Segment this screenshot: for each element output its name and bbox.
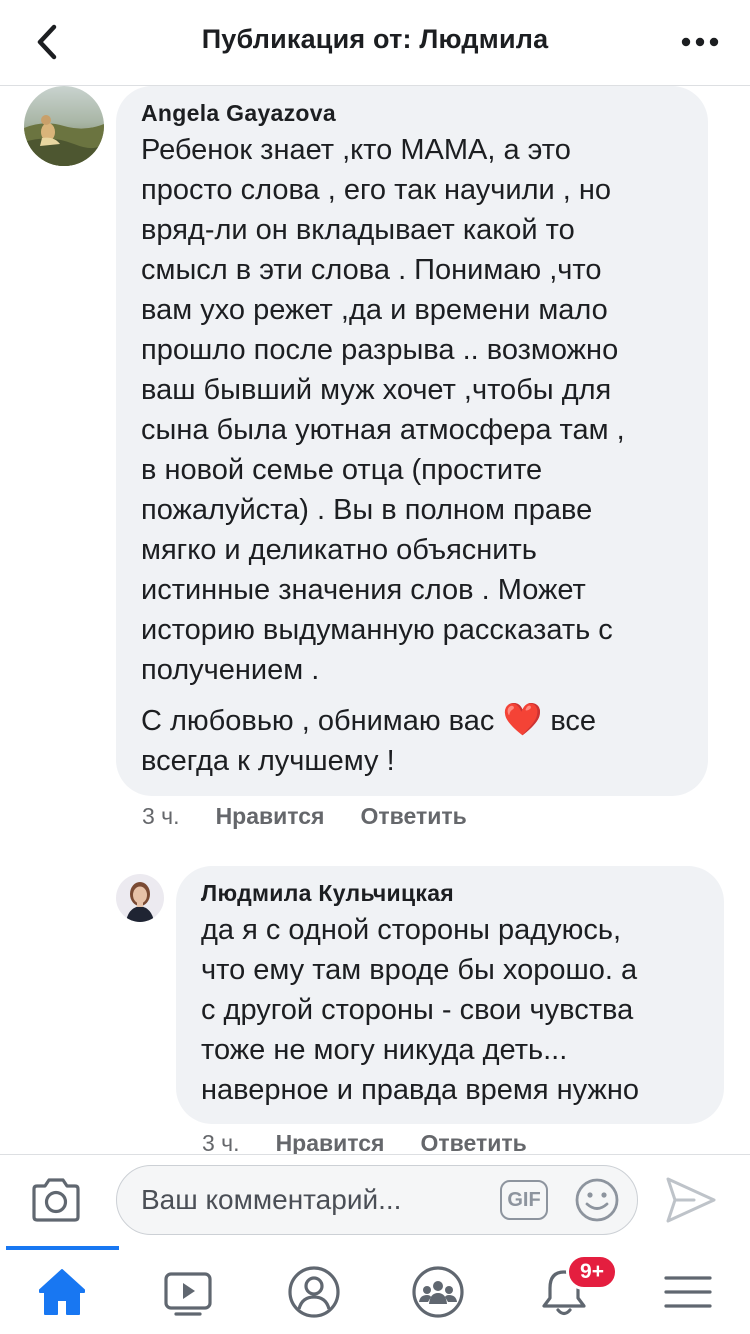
comment-actions: 3 ч. Нравится Ответить [202,1130,563,1154]
comment-line: вам ухо режет ,да и времени мало [141,294,608,326]
reply-button[interactable]: Ответить [360,803,466,830]
comment-line: пожалуйста) . Вы в полном праве [141,494,593,526]
comment-author[interactable]: Людмила Кульчицкая [201,880,700,907]
active-tab-indicator [6,1246,119,1250]
like-button[interactable]: Нравится [276,1130,385,1154]
comment-line: историю выдуманную рассказать с [141,614,613,646]
like-button[interactable]: Нравится [216,803,325,830]
comment-line: прошло после разрыва .. возможно [141,334,619,366]
more-dots-icon [681,37,719,47]
comment-line: с другой стороны - свои чувства [201,994,634,1026]
heart-emoji-icon: ❤️ [502,701,543,737]
comment-line: что ему там вроде бы хорошо. а [201,954,638,986]
comment-line: смысл в эти слова . Понимаю ,что [141,254,602,286]
comment-line: ваш бывший муж хочет ,чтобы для [141,374,612,406]
comment-line: наверное и правда время нужно [201,1074,639,1106]
comment-input[interactable] [116,1165,638,1235]
groups-icon [412,1266,464,1318]
more-options-button[interactable] [678,22,722,62]
avatar-photo [24,86,104,166]
comments-thread[interactable]: Angela Gayazova Ребенок знает ,кто МАМА,… [0,86,750,1154]
avatar-photo [116,874,164,922]
page-title: Публикация от: Людмила [201,24,549,54]
comment-line: Ребенок знает ,кто МАМА, а это [141,134,571,166]
reply-button[interactable]: Ответить [420,1130,526,1154]
comment-line: в новой семье отца (простите [141,454,543,486]
camera-icon [32,1178,80,1222]
comment-line: тоже не могу никуда деть... [201,1034,568,1066]
emoji-button[interactable] [574,1177,620,1223]
comment-author[interactable]: Angela Gayazova [141,100,684,127]
smiley-icon [575,1178,619,1222]
comment-line: сына была уютная атмосфера там , [141,414,625,446]
top-bar: Публикация от: Людмила [0,0,750,86]
comment-timestamp: 3 ч. [142,803,180,829]
comment-line: истинные значения слов . Может [141,574,586,606]
gif-button[interactable]: GIF [500,1180,548,1220]
comment-bubble[interactable]: Людмила Кульчицкая да я с одной стороны … [176,866,724,1124]
comment-text: да я с одной стороны радуюсь, что ему та… [201,910,700,1110]
camera-button[interactable] [30,1177,82,1223]
comment-line: получением . [141,654,320,686]
comment-text: Ребенок знает ,кто МАМА, а это просто сл… [141,130,684,781]
comment-timestamp: 3 ч. [202,1130,240,1154]
home-icon [39,1269,85,1315]
tab-groups[interactable] [408,1262,468,1322]
avatar[interactable] [24,86,104,166]
avatar[interactable] [116,874,164,922]
comment-line: мягко и деликатно объяснить [141,534,537,566]
tab-watch[interactable] [158,1262,218,1322]
comment-text-part: все [542,705,597,737]
comment-text-part: С любовью , обнимаю вас [141,705,495,737]
tab-home[interactable] [32,1262,92,1322]
tab-menu[interactable] [658,1262,718,1322]
send-button[interactable] [664,1175,718,1225]
video-icon [164,1272,212,1316]
comment-composer: GIF [0,1154,750,1246]
comment-line: С любовью , обнимаю вас ❤️ все [141,699,684,741]
comment-line: вряд-ли он вкладывает какой то [141,214,575,246]
tab-profile[interactable] [284,1262,344,1322]
comment-bubble[interactable]: Angela Gayazova Ребенок знает ,кто МАМА,… [116,86,708,796]
send-icon [666,1177,716,1223]
comment-line: да я с одной стороны радуюсь, [201,914,622,946]
notification-badge: 9+ [566,1254,618,1290]
bottom-tab-bar: 9+ [0,1246,750,1334]
comment-line: всегда к лучшему ! [141,745,395,777]
menu-icon [664,1276,712,1308]
comment-actions: 3 ч. Нравится Ответить [142,803,503,830]
profile-icon [288,1266,340,1318]
comment-line: просто слова , его так научили , но [141,174,612,206]
